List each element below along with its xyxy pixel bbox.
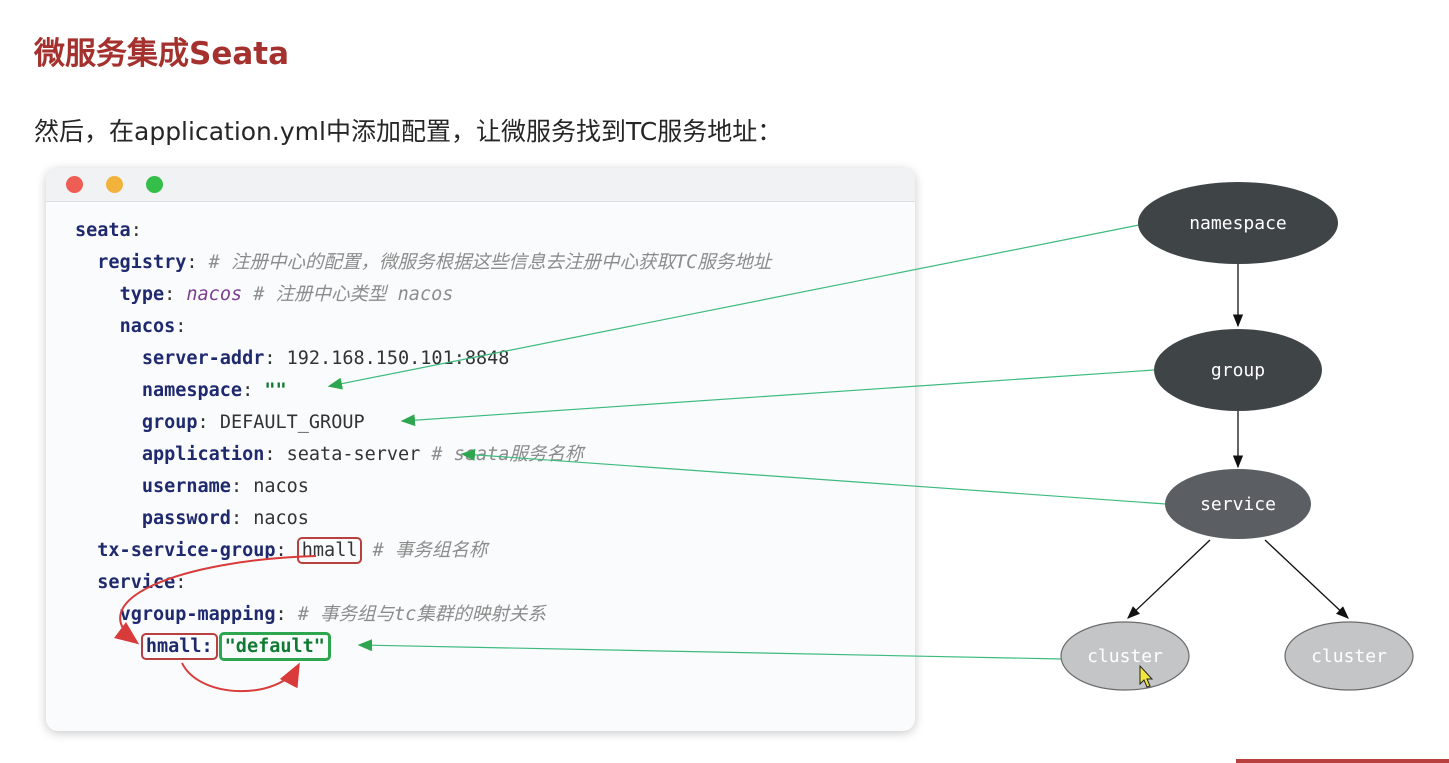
yaml-code-block: seata: registry: # 注册中心的配置，微服务根据这些信息去注册中… [75,215,771,663]
code-line-hmall-mapping: hmall: "default" [75,631,771,663]
code-line-nacos: nacos: [119,316,187,337]
code-line-application: application: seata-server # seata服务名称 [141,444,584,465]
namespace-node-label: namespace [1189,213,1287,234]
maximize-dot-icon[interactable] [146,176,163,193]
service-to-cluster-left-arrow [1127,539,1211,619]
code-line-vgroup-mapping: vgroup-mapping: # 事务组与tc集群的映射关系 [119,604,546,625]
code-line-group: group: DEFAULT_GROUP [141,412,365,433]
code-line-tx-service-group: tx-service-group: hmall # 事务组名称 [75,535,771,567]
cluster-right-node: cluster [1284,621,1414,691]
cluster-left-node: cluster [1060,621,1190,691]
group-node: group [1154,329,1322,411]
cluster-right-node-label: cluster [1311,646,1387,667]
hmall-key-highlight: hmall: [140,633,218,660]
hmall-value-highlight: hmall [296,537,363,564]
default-value-highlight: "default" [218,632,331,661]
code-line-username: username: nacos [141,476,309,497]
code-line-seata: seata: [75,220,142,241]
service-to-cluster-right-arrow [1264,539,1349,619]
code-line-namespace: namespace: "" [141,380,287,401]
namespace-node: namespace [1138,182,1338,264]
code-window: seata: registry: # 注册中心的配置，微服务根据这些信息去注册中… [46,168,915,731]
minimize-dot-icon[interactable] [106,176,123,193]
slide-subtitle: 然后，在application.yml中添加配置，让微服务找到TC服务地址： [34,117,783,146]
code-line-registry: registry: # 注册中心的配置，微服务根据这些信息去注册中心获取TC服务… [97,252,772,273]
service-node: service [1165,469,1311,539]
code-line-type: type: nacos # 注册中心类型 nacos [119,284,454,305]
accent-bar [1236,759,1449,763]
mouse-cursor-icon [1139,664,1154,688]
code-line-password: password: nacos [141,508,309,529]
cluster-left-node-label: cluster [1087,646,1163,667]
code-line-service: service: [97,572,187,593]
code-line-server-addr: server-addr: 192.168.150.101:8848 [141,348,510,369]
slide-title: 微服务集成Seata [34,36,290,72]
service-node-label: service [1200,494,1276,515]
window-titlebar [46,168,915,202]
close-dot-icon[interactable] [66,176,83,193]
group-node-label: group [1211,360,1265,381]
